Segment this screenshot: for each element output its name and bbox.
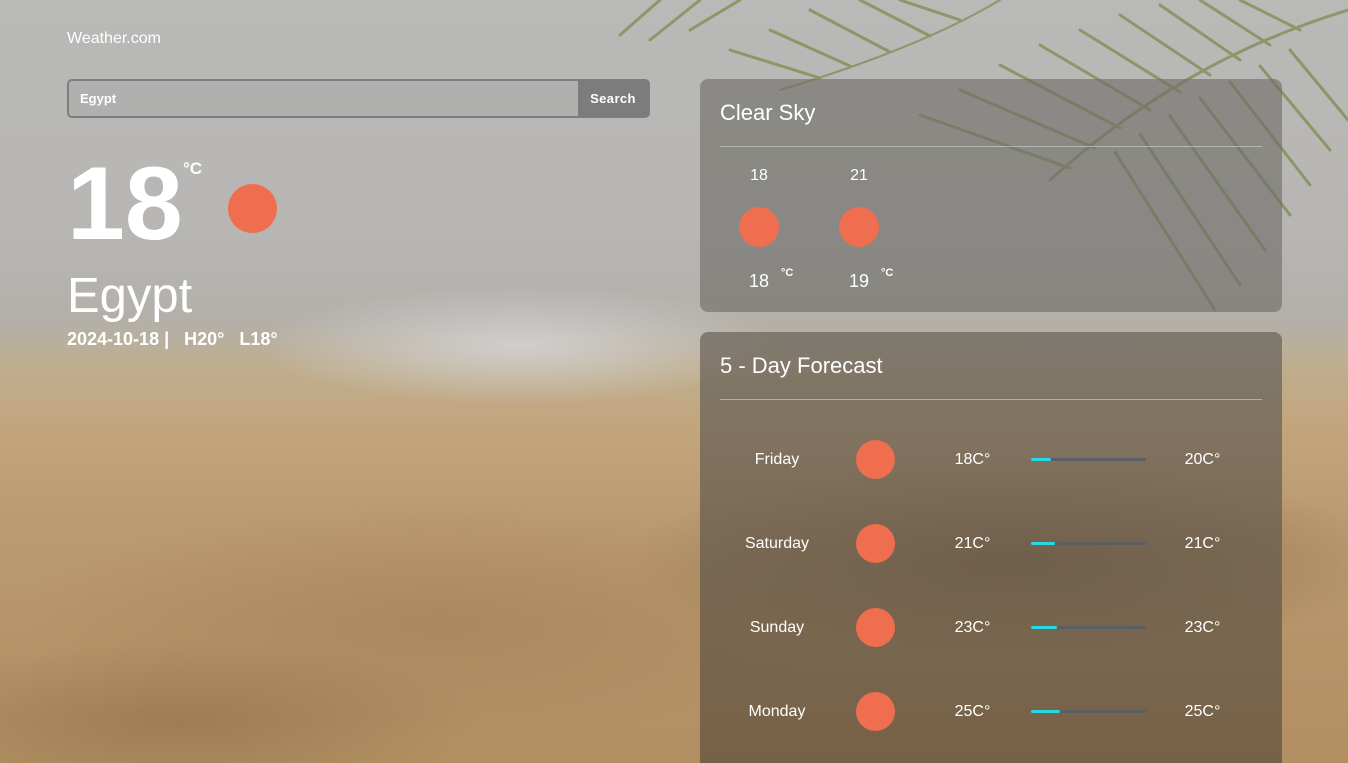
temperature-range-fill (1031, 542, 1056, 545)
search-input[interactable] (69, 81, 578, 116)
hourly-time: 18 (750, 167, 768, 184)
current-meta: 2024-10-18 | H20° L18° (67, 329, 278, 350)
forecast-low: 18C° (954, 451, 991, 468)
forecast-high: 21C° (1184, 535, 1221, 552)
current-low: L18° (239, 329, 278, 349)
hourly-temp-value: 18 (748, 271, 770, 291)
current-high: H20° (184, 329, 225, 349)
sun-icon (856, 608, 895, 647)
forecast-high: 25C° (1184, 703, 1221, 720)
temperature-range-fill (1031, 458, 1051, 461)
temperature-range-bar (1031, 542, 1146, 545)
temperature-range-bar (1031, 458, 1146, 461)
forecast-day: Monday (748, 703, 806, 720)
hourly-item: 18 18 °C (729, 167, 793, 292)
hourly-temp: 18 °C (729, 267, 793, 292)
forecast-day: Sunday (749, 619, 805, 636)
forecast-row: Saturday 21C° 21C° (700, 524, 1282, 564)
forecast-day: Saturday (744, 535, 810, 552)
hourly-temp: 19 °C (829, 267, 893, 292)
current-temperature-unit: °C (183, 159, 203, 178)
forecast-row: Sunday 23C° 23C° (700, 608, 1282, 648)
divider (720, 146, 1262, 147)
forecast-low: 25C° (954, 703, 991, 720)
sun-icon (856, 692, 895, 731)
forecast-low: 23C° (954, 619, 991, 636)
brand-logo[interactable]: Weather.com (67, 30, 161, 48)
forecast-day: Friday (754, 451, 800, 468)
forecast-row: Friday 18C° 20C° (700, 440, 1282, 480)
sun-icon (856, 524, 895, 563)
city-name: Egypt (67, 269, 193, 323)
current-temperature: 18 (67, 146, 183, 262)
current-date: 2024-10-18 | (67, 329, 170, 349)
hourly-time: 21 (850, 167, 868, 184)
temperature-range-bar (1031, 626, 1146, 629)
forecast-row: Monday 25C° 25C° (700, 692, 1282, 732)
hourly-card: Clear Sky 18 18 °C 21 19 °C (700, 79, 1282, 312)
forecast-high: 20C° (1184, 451, 1221, 468)
forecast-low: 21C° (954, 535, 991, 552)
hourly-temp-value: 19 (848, 271, 870, 291)
search-bar: Search (67, 79, 650, 118)
sun-icon (228, 184, 277, 233)
forecast-title: 5 - Day Forecast (720, 353, 883, 378)
sun-icon (739, 207, 779, 247)
search-button[interactable]: Search (578, 81, 648, 116)
hourly-temp-unit: °C (881, 267, 894, 279)
forecast-card: 5 - Day Forecast Friday 18C° 20C° Saturd… (700, 332, 1282, 763)
sun-icon (839, 207, 879, 247)
temperature-range-fill (1031, 626, 1058, 629)
hourly-title: Clear Sky (720, 100, 816, 125)
divider (720, 399, 1262, 400)
forecast-high: 23C° (1184, 619, 1221, 636)
sun-icon (856, 440, 895, 479)
hourly-item: 21 19 °C (829, 167, 893, 292)
temperature-range-fill (1031, 710, 1060, 713)
temperature-range-bar (1031, 710, 1146, 713)
hourly-temp-unit: °C (781, 267, 794, 279)
